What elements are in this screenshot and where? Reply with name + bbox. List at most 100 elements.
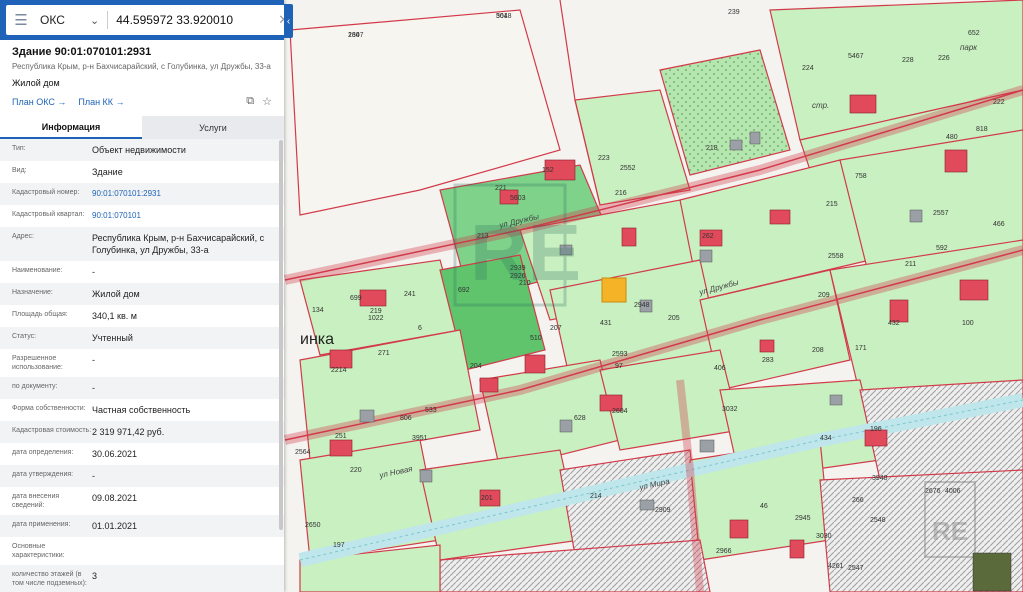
attr-row-area: Площадь общая: 340,1 кв. м <box>0 305 284 327</box>
parcel-number-label: 2547 <box>848 565 864 572</box>
park-label: парк <box>960 43 978 52</box>
parcel-number-label: 434 <box>820 435 832 442</box>
attr-row-purpose: Назначение: Жилой дом <box>0 283 284 305</box>
parcel-number-label: 2650 <box>305 522 321 529</box>
attr-key: Назначение: <box>12 289 53 296</box>
parcel-number-label: 480 <box>946 134 958 141</box>
parcel-number-label: 406 <box>714 365 726 372</box>
parcel-number-label: 2214 <box>331 367 347 374</box>
attr-row-determination-date: дата определения: 30.06.2021 <box>0 443 284 465</box>
search-mode-select[interactable]: ОКС <box>36 13 90 27</box>
parcel-number-label: 3948 <box>872 475 888 482</box>
attr-row-cadastral-value: Кадастровая стоимость: 2 319 971,42 руб. <box>0 421 284 443</box>
attr-row-address: Адрес: Республика Крым, р-н Бахчисарайски… <box>0 227 284 261</box>
attr-value: Жилой дом <box>92 289 140 299</box>
parcel-number-label: 271 <box>378 350 390 357</box>
parcel-number-label: 208 <box>812 347 824 354</box>
attr-row-by-document: по документу: - <box>0 377 284 399</box>
attr-key: Статус: <box>12 333 37 340</box>
plan-oks-link[interactable]: План ОКС → <box>12 97 66 107</box>
attr-row-type: Тип: Объект недвижимости <box>0 139 284 161</box>
parcel-number-label: 239 <box>728 9 740 16</box>
attr-value: 2 319 971,42 руб. <box>92 427 165 437</box>
attr-key: Площадь общая: <box>12 311 68 318</box>
parcel-number-label: 283 <box>762 357 774 364</box>
parcel-number-label: 204 <box>470 363 482 370</box>
attr-key: по документу: <box>12 383 58 390</box>
parcel-number-label: 2948 <box>634 302 650 309</box>
attr-value: - <box>92 267 95 277</box>
attr-key: Форма собственности: <box>12 405 86 412</box>
village-label: инка <box>300 331 334 348</box>
parcel-number-label: 2909 <box>655 507 671 514</box>
tab-info[interactable]: Информация <box>0 116 142 139</box>
share-icon[interactable]: ⧉ <box>246 95 254 108</box>
search-input[interactable] <box>114 12 274 28</box>
attr-row-floors: количество этажей (в том числе подземных… <box>0 565 284 592</box>
parcel-number-label: 46 <box>760 503 768 510</box>
parcel-number-label: 5603 <box>510 195 526 202</box>
parcel-number-label: 215 <box>826 201 838 208</box>
attr-key: Основные характеристики: <box>12 543 65 559</box>
parcel-number-label: 2593 <box>612 351 628 358</box>
parcel-number-label: 3018 <box>496 13 512 20</box>
parcel-number-label: 699 <box>350 295 362 302</box>
parcel-number-label: 1022 <box>368 315 384 322</box>
parcel-number-label: 171 <box>855 345 867 352</box>
parcel-number-label: 2552 <box>620 165 636 172</box>
parcel-number-label: 2564 <box>295 449 311 456</box>
collapse-panel-button[interactable]: ‹ <box>284 4 293 38</box>
parcel-number-label: 222 <box>993 99 1005 106</box>
attr-key: количество этажей (в том числе подземных… <box>12 571 87 587</box>
selected-building-marker[interactable] <box>601 277 627 303</box>
parcel-number-label: 3951 <box>412 435 428 442</box>
attr-key: Вид: <box>12 167 27 174</box>
chevron-down-icon[interactable]: ⌄ <box>90 14 99 27</box>
attr-key: Тип: <box>12 145 26 152</box>
attr-key: Кадастровый номер: <box>12 189 80 196</box>
cadastral-number-link[interactable]: 90:01:070101:2931 <box>92 183 284 205</box>
clear-icon[interactable]: ✕ <box>273 12 284 28</box>
parcel-number-label: 218 <box>706 145 718 152</box>
parcel-number-label: 219 <box>370 308 382 315</box>
svg-text:RE: RE <box>470 208 581 297</box>
parcel-number-label: 533 <box>425 407 437 414</box>
plan-kk-link[interactable]: План КК → <box>78 97 124 107</box>
parcel-number-label: 628 <box>574 415 586 422</box>
attr-key: дата применения: <box>12 521 71 528</box>
parcel-number-label: 220 <box>350 467 362 474</box>
parcel-number-label: 223 <box>598 155 610 162</box>
object-type: Жилой дом <box>12 78 60 88</box>
attr-value: Частная собственность <box>92 405 191 415</box>
svg-text:RE: RE <box>932 516 968 546</box>
attr-key: дата определения: <box>12 449 74 456</box>
parcel-number-label: 2604 <box>612 408 628 415</box>
tab-services[interactable]: Услуги <box>142 116 284 139</box>
tabs: Информация Услуги <box>0 116 284 139</box>
parcel-number-label: 692 <box>458 287 470 294</box>
minimap-thumbnail[interactable] <box>972 552 1012 592</box>
parcel-number-label: 6 <box>418 325 422 332</box>
parcel-number-label: 209 <box>818 292 830 299</box>
attr-row-permitted-use: Разрешенное использование: - <box>0 349 284 377</box>
star-icon[interactable]: ☆ <box>262 95 272 108</box>
parcel-number-label: 228 <box>902 57 914 64</box>
attr-row-cadastral-number: Кадастровый номер: 90:01:070101:2931 <box>0 183 284 205</box>
parcel-number-label: 592 <box>936 245 948 252</box>
parcel-number-label: 224 <box>802 65 814 72</box>
attr-row-application-date: дата применения: 01.01.2021 <box>0 515 284 537</box>
parcel-number-label: 201 <box>481 495 493 502</box>
parcel-number-label: 818 <box>976 126 988 133</box>
parcel-number-label: 134 <box>312 307 324 314</box>
menu-icon[interactable]: ☰ <box>6 11 36 29</box>
attr-row-status: Статус: Учтенный <box>0 327 284 349</box>
panel-scrollbar[interactable] <box>279 140 283 530</box>
attr-value <box>92 537 284 547</box>
parcel-number-label: 431 <box>600 320 612 327</box>
parcel-number-label: 4006 <box>945 488 961 495</box>
attr-row-name: Наименование: - <box>0 261 284 283</box>
parcel-number-label: 100 <box>962 320 974 327</box>
attr-value: 340,1 кв. м <box>92 311 137 321</box>
cadastral-quarter-link[interactable]: 90:01:070101 <box>92 205 284 227</box>
parcel-number-label: 510 <box>530 335 542 342</box>
